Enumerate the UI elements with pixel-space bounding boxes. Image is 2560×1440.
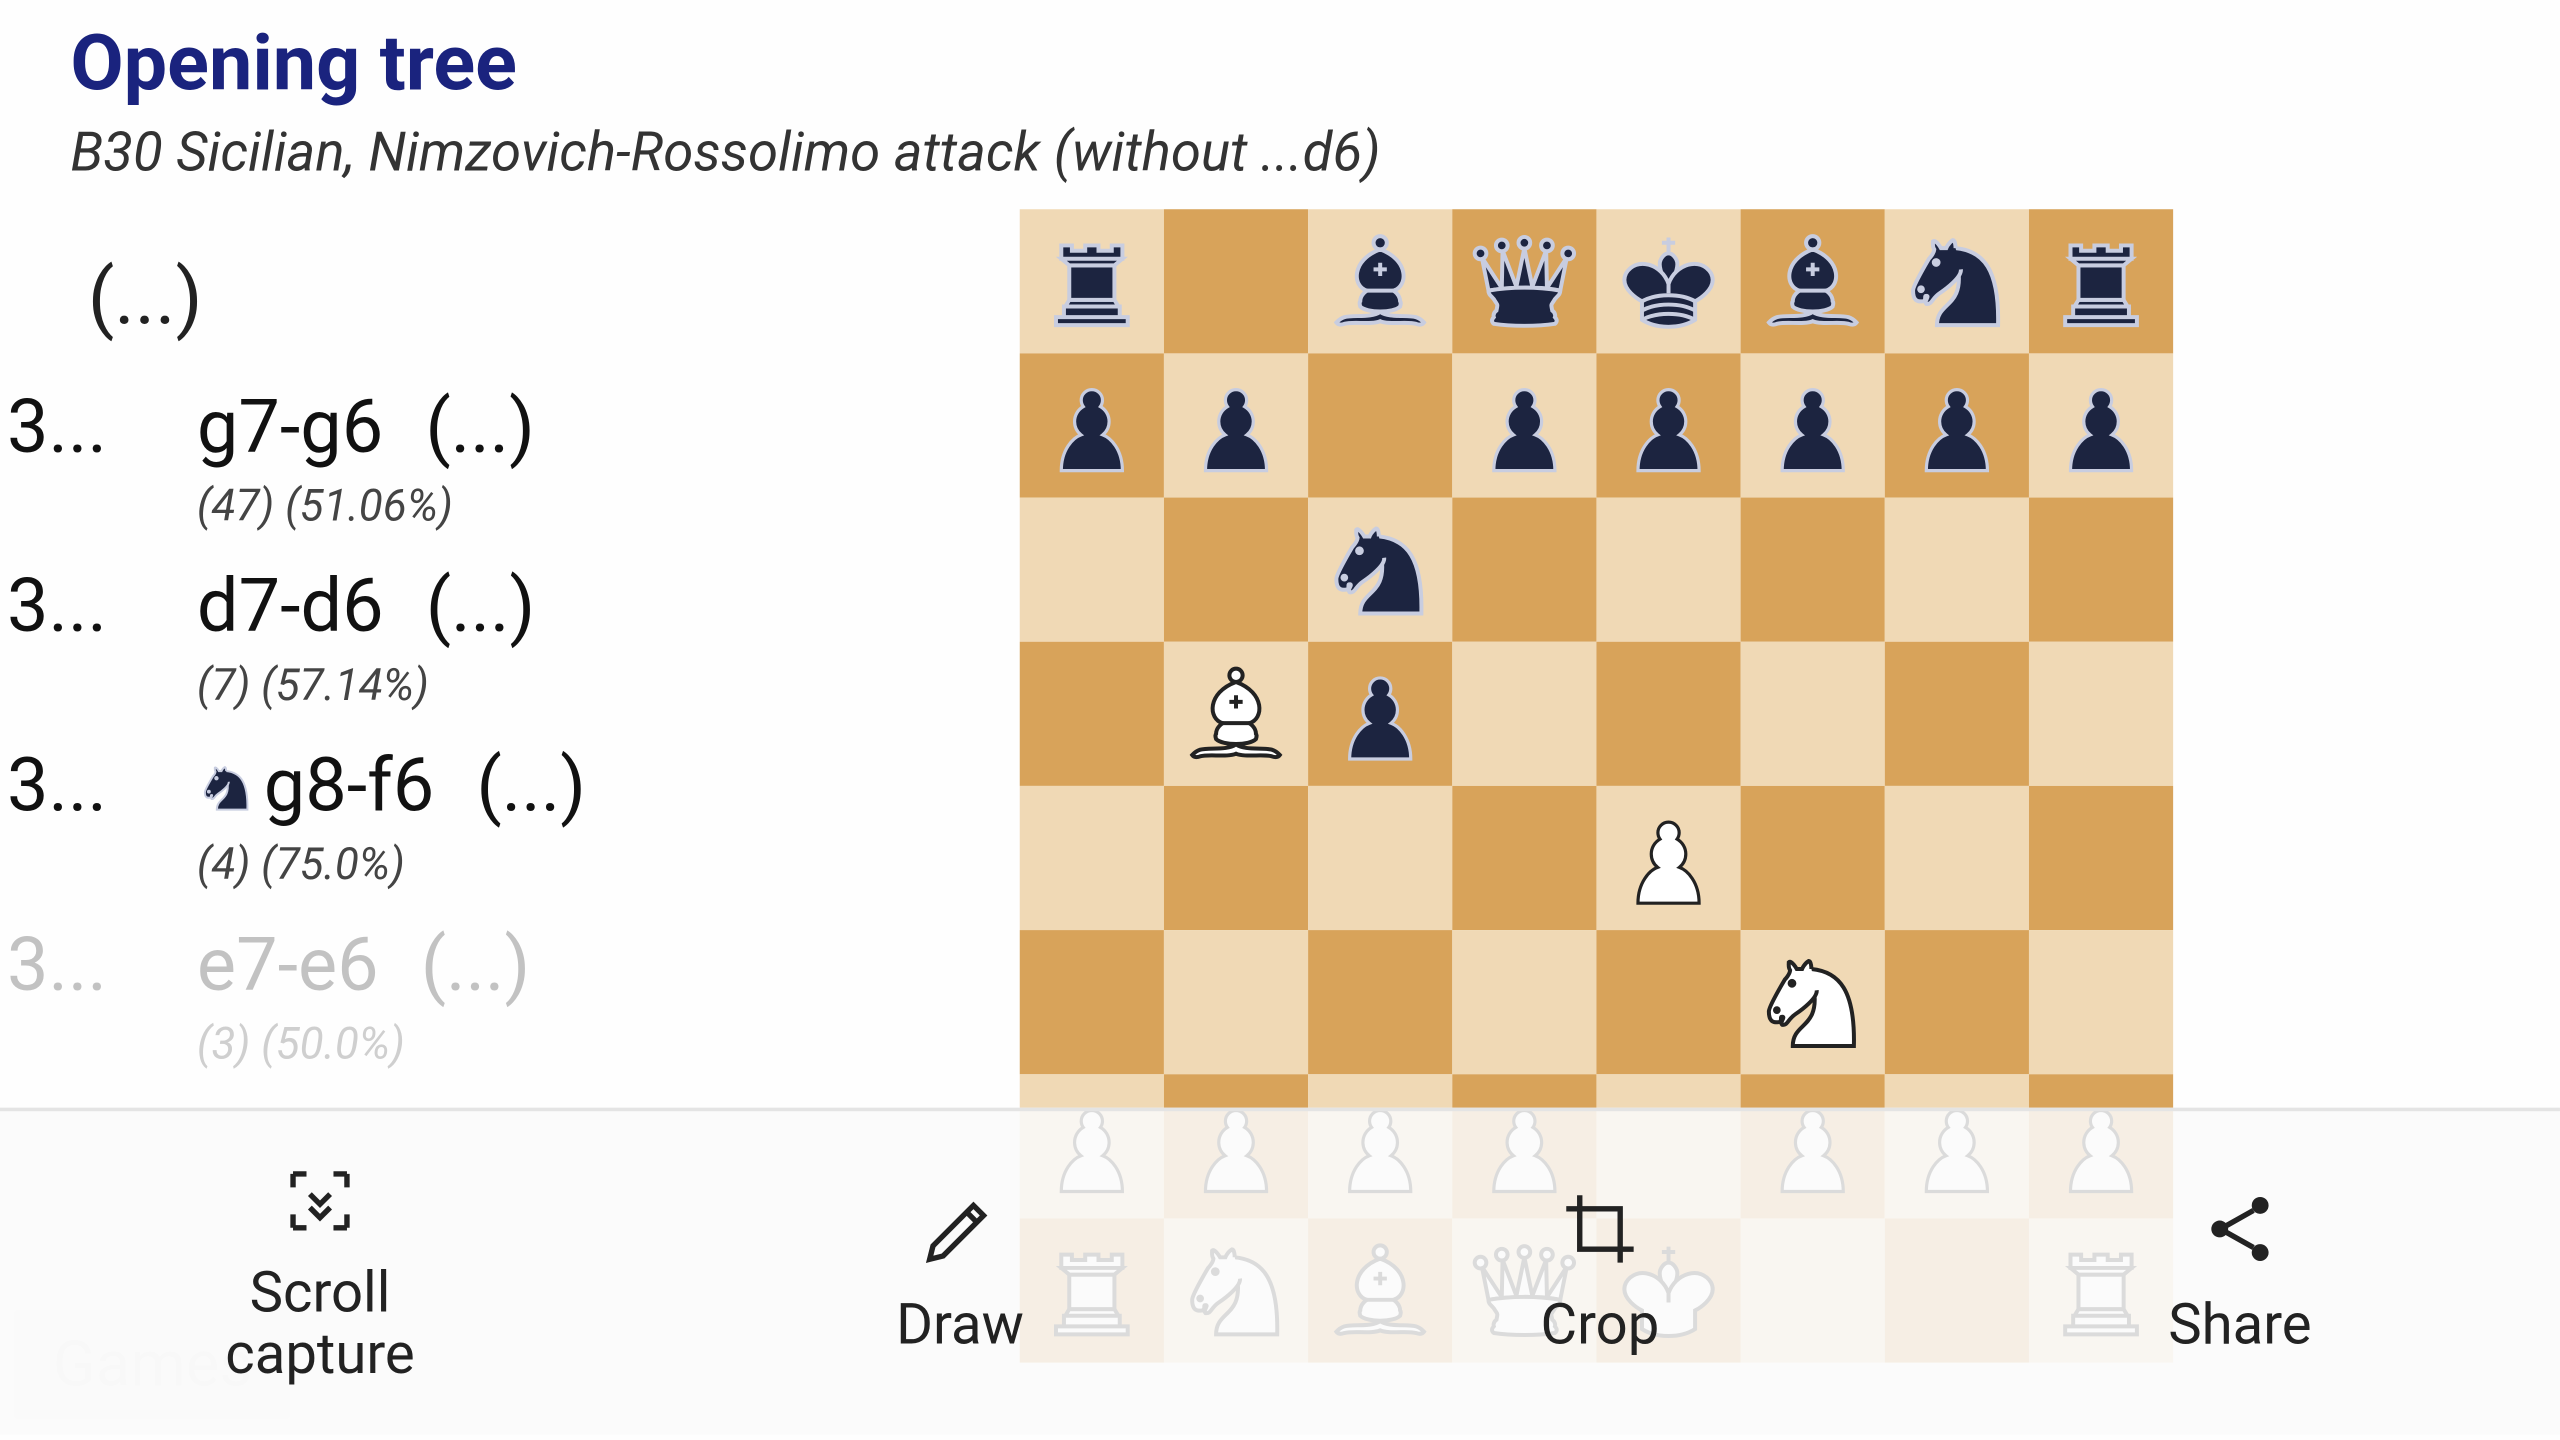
board-square[interactable] (1308, 930, 1452, 1074)
move-san: g8-f6 (197, 744, 434, 830)
move-ellipsis: (...) (426, 564, 535, 650)
move-stats: (47) (51.06%) (7, 471, 1020, 561)
board-square[interactable] (1596, 353, 1740, 497)
board-square[interactable] (1452, 930, 1596, 1074)
board-square[interactable] (1741, 353, 1885, 497)
board-square[interactable] (1885, 930, 2029, 1074)
board-square[interactable] (2029, 786, 2173, 930)
board-square[interactable] (2029, 498, 2173, 642)
board-square[interactable] (1452, 353, 1596, 497)
move-ellipsis: (...) (425, 385, 534, 471)
move-root[interactable]: (...) (7, 209, 1020, 385)
move-ellipsis: (...) (476, 744, 585, 830)
board-square[interactable] (1596, 642, 1740, 786)
move-number: 3... (7, 385, 197, 471)
page-title: Opening tree (70, 18, 2489, 109)
board-square[interactable] (1020, 786, 1164, 930)
move-row[interactable]: 3...d7-d6 (...)(7) (57.14%) (7, 564, 1020, 743)
board-square[interactable] (1885, 209, 2029, 353)
draw-button[interactable]: Draw (640, 1189, 1280, 1358)
board-square[interactable] (1885, 498, 2029, 642)
board-square[interactable] (1164, 786, 1308, 930)
board-square[interactable] (1020, 642, 1164, 786)
move-number: 3... (7, 744, 197, 830)
move-number: 3... (7, 564, 197, 650)
board-square[interactable] (1885, 642, 2029, 786)
move-number: 3... (7, 923, 197, 1009)
crop-button[interactable]: Crop (1280, 1189, 1920, 1358)
move-stats: (3) (50.0%) (7, 1009, 1020, 1099)
move-san: d7-d6 (197, 564, 384, 650)
board-square[interactable] (2029, 930, 2173, 1074)
board-square[interactable] (1020, 498, 1164, 642)
scroll-capture-icon (280, 1160, 361, 1241)
scroll-capture-label: Scroll capture (225, 1262, 414, 1386)
board-square[interactable] (1741, 209, 1885, 353)
board-square[interactable] (1308, 498, 1452, 642)
move-row[interactable]: 3...g8-f6 (...)(4) (75.0%) (7, 744, 1020, 923)
board-square[interactable] (1020, 353, 1164, 497)
board-square[interactable] (1164, 930, 1308, 1074)
crop-label: Crop (1541, 1291, 1660, 1358)
board-square[interactable] (1308, 209, 1452, 353)
share-icon (2200, 1189, 2281, 1270)
draw-label: Draw (896, 1291, 1024, 1358)
opening-subtitle: B30 Sicilian, Nimzovich-Rossolimo attack… (70, 120, 2489, 185)
board-square[interactable] (1741, 930, 1885, 1074)
move-row[interactable]: 3...g7-g6 (...)(47) (51.06%) (7, 385, 1020, 564)
move-stats: (7) (57.14%) (7, 651, 1020, 741)
board-square[interactable] (2029, 353, 2173, 497)
board-square[interactable] (1308, 642, 1452, 786)
board-square[interactable] (1596, 498, 1740, 642)
board-square[interactable] (1452, 498, 1596, 642)
board-square[interactable] (1164, 498, 1308, 642)
board-square[interactable] (1885, 786, 2029, 930)
screenshot-toolbar: Scroll capture Draw Crop Share (0, 1108, 2560, 1435)
board-square[interactable] (1596, 930, 1740, 1074)
board-square[interactable] (2029, 209, 2173, 353)
board-square[interactable] (1020, 930, 1164, 1074)
scroll-capture-button[interactable]: Scroll capture (0, 1160, 640, 1386)
board-square[interactable] (1164, 642, 1308, 786)
board-square[interactable] (1020, 209, 1164, 353)
board-square[interactable] (1308, 353, 1452, 497)
share-button[interactable]: Share (1920, 1189, 2560, 1358)
share-label: Share (2168, 1291, 2311, 1358)
board-square[interactable] (1164, 353, 1308, 497)
board-square[interactable] (2029, 642, 2173, 786)
board-square[interactable] (1741, 642, 1885, 786)
board-square[interactable] (1741, 498, 1885, 642)
move-row[interactable]: 3...e7-e6 (...)(3) (50.0%) (7, 923, 1020, 1102)
move-stats: (4) (75.0%) (7, 830, 1020, 920)
board-square[interactable] (1452, 209, 1596, 353)
board-square[interactable] (1452, 642, 1596, 786)
move-san: g7-g6 (197, 385, 383, 471)
board-square[interactable] (1164, 209, 1308, 353)
board-square[interactable] (1452, 786, 1596, 930)
pencil-icon (920, 1189, 1001, 1270)
crop-icon (1560, 1189, 1641, 1270)
board-square[interactable] (1741, 786, 1885, 930)
board-square[interactable] (1596, 786, 1740, 930)
move-san: e7-e6 (197, 923, 379, 1009)
board-square[interactable] (1308, 786, 1452, 930)
board-square[interactable] (1885, 353, 2029, 497)
board-square[interactable] (1596, 209, 1740, 353)
move-ellipsis: (...) (421, 923, 530, 1009)
piece-icon (197, 751, 257, 811)
